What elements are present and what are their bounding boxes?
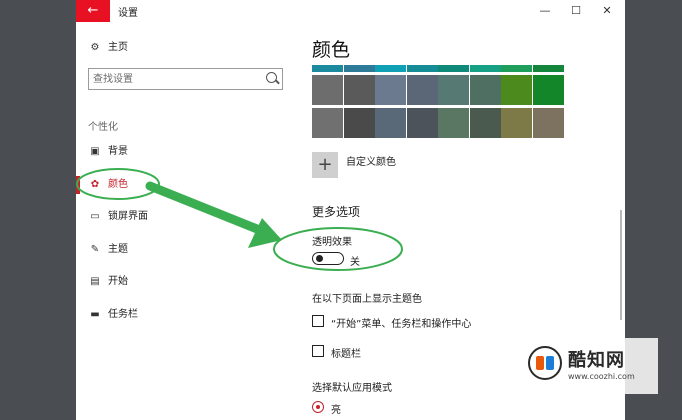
watermark-url: www.coozhi.com [568, 372, 635, 381]
color-swatch[interactable] [406, 65, 438, 72]
section-label-personalization: 个性化 [88, 122, 118, 133]
watermark: 酷知网 www.coozhi.com [518, 338, 658, 394]
sidebar-item-label: 任务栏 [108, 309, 138, 320]
color-swatch[interactable] [406, 75, 438, 105]
search-box[interactable] [88, 68, 283, 90]
scrollbar[interactable] [620, 210, 622, 320]
color-swatch[interactable] [375, 65, 406, 72]
color-swatch[interactable] [312, 75, 343, 105]
sidebar-item-lock-screen[interactable]: ▭ 锁屏界面 [88, 207, 148, 227]
sidebar-item-label: 主题 [108, 244, 128, 255]
radio-label: 亮 [331, 405, 341, 416]
sidebar-item-taskbar[interactable]: ▬ 任务栏 [88, 305, 138, 325]
checkbox-label: 标题栏 [331, 349, 361, 360]
palette-icon: ✿ [90, 179, 100, 190]
sidebar-item-label: 颜色 [108, 179, 128, 190]
color-swatch[interactable] [532, 75, 564, 105]
color-swatch[interactable] [501, 75, 532, 105]
more-options-heading: 更多选项 [312, 205, 361, 219]
color-swatch[interactable] [501, 108, 532, 138]
window-title: 设置 [118, 8, 138, 19]
add-custom-color-button[interactable]: + [312, 152, 338, 178]
minimize-button[interactable]: — [530, 0, 560, 22]
color-swatch[interactable] [469, 108, 501, 138]
brush-icon: ✎ [90, 244, 100, 255]
color-swatch[interactable] [312, 108, 343, 138]
back-button[interactable]: ← [76, 0, 110, 22]
color-swatch[interactable] [469, 75, 501, 105]
sidebar-item-label: 主页 [108, 42, 128, 53]
sidebar-item-colors[interactable]: ✿ 颜色 [88, 175, 128, 195]
checkbox-start-taskbar-action-center[interactable] [312, 315, 324, 327]
sidebar-item-label: 开始 [108, 276, 128, 287]
color-swatch[interactable] [343, 65, 375, 72]
picture-icon: ▣ [90, 146, 100, 157]
maximize-button[interactable]: ☐ [561, 0, 591, 22]
title-bar: ← 设置 — ☐ ✕ [76, 0, 625, 22]
transparency-label: 透明效果 [312, 237, 352, 248]
color-swatch[interactable] [501, 65, 532, 72]
accent-surfaces-label: 在以下页面上显示主题色 [312, 294, 422, 305]
color-swatch[interactable] [438, 108, 469, 138]
close-button[interactable]: ✕ [592, 0, 622, 22]
sidebar-item-start[interactable]: ▤ 开始 [88, 272, 128, 292]
transparency-toggle[interactable] [312, 252, 344, 265]
search-icon[interactable] [266, 72, 277, 83]
radio-light-mode[interactable] [312, 401, 324, 413]
taskbar-icon: ▬ [90, 309, 100, 320]
gear-icon: ⚙ [90, 42, 100, 53]
color-swatch[interactable] [532, 108, 564, 138]
lock-screen-icon: ▭ [90, 211, 100, 222]
color-swatch[interactable] [375, 75, 406, 105]
color-swatch[interactable] [343, 108, 375, 138]
color-swatch[interactable] [406, 108, 438, 138]
coozhi-logo-icon [528, 346, 562, 380]
color-swatch[interactable] [375, 108, 406, 138]
color-swatch[interactable] [438, 75, 469, 105]
watermark-name: 酷知网 [568, 350, 625, 371]
page-title: 颜色 [312, 39, 351, 61]
sidebar-item-label: 背景 [108, 146, 128, 157]
search-input[interactable] [93, 71, 253, 87]
color-swatch[interactable] [469, 65, 501, 72]
toggle-knob [316, 255, 323, 262]
sidebar-item-label: 锁屏界面 [108, 211, 148, 222]
sidebar-item-themes[interactable]: ✎ 主题 [88, 240, 128, 260]
color-swatch[interactable] [343, 75, 375, 105]
start-icon: ▤ [90, 276, 100, 287]
checkbox-label: “开始”菜单、任务栏和操作中心 [331, 319, 472, 330]
color-swatch[interactable] [312, 65, 343, 72]
app-mode-label: 选择默认应用模式 [312, 383, 392, 394]
checkbox-title-bars[interactable] [312, 345, 324, 357]
color-swatch[interactable] [532, 65, 564, 72]
custom-color-label[interactable]: 自定义颜色 [346, 153, 396, 168]
active-indicator [76, 176, 80, 194]
transparency-state: 关 [350, 257, 360, 268]
color-swatch[interactable] [438, 65, 469, 72]
sidebar-item-background[interactable]: ▣ 背景 [88, 142, 128, 162]
sidebar-item-home[interactable]: ⚙ 主页 [88, 38, 128, 58]
